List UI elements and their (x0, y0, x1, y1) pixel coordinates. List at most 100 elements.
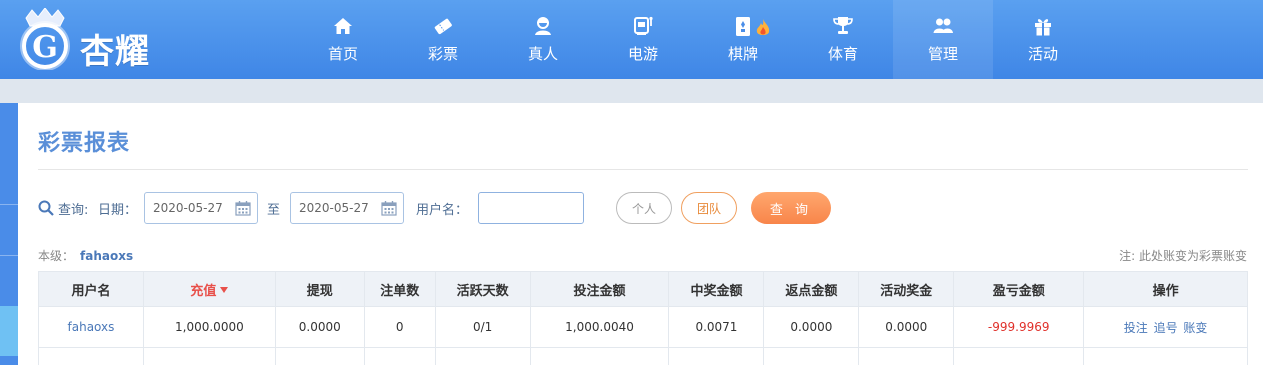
col-header-active-days: 活跃天数 (434, 271, 531, 307)
trophy-icon (833, 17, 853, 34)
nav-item-home[interactable]: 首页 (293, 0, 393, 79)
lottery-ticket-icon (434, 18, 452, 35)
team-toggle-wrap: 团队 (681, 192, 737, 224)
side-strip-divider (0, 255, 18, 256)
col-header-actions: 操作 (1083, 271, 1248, 307)
start-date-field[interactable]: 2020-05-27 (144, 192, 258, 224)
report-table: 用户名 充值 提现 注单数 活跃天数 投注金额 中奖金额 返点金额 活动奖金 盈… (38, 271, 1248, 365)
action-chase-link[interactable]: 追号 (1154, 321, 1178, 335)
col-header-orders: 注单数 (363, 271, 436, 307)
empty-cell (142, 347, 276, 365)
site-logo[interactable]: G 杏耀 (12, 7, 162, 72)
cell-active-days: 0/1 (434, 306, 531, 348)
start-date-input[interactable]: 2020-05-27 (144, 192, 258, 224)
empty-cell (38, 347, 144, 365)
header-divider-band (0, 79, 1263, 103)
search-icon (38, 200, 54, 216)
query-label: 查询: (58, 202, 89, 218)
cell-orders: 0 (363, 306, 436, 348)
users-icon (933, 18, 953, 33)
query-button-wrap: 查 询 (751, 192, 831, 224)
hot-flame-icon (756, 19, 770, 35)
cell-bet-amount: 1,000.0040 (529, 306, 670, 348)
end-date-value: 2020-05-27 (299, 201, 369, 215)
person-toggle-wrap: 个人 (616, 192, 672, 224)
calendar-icon[interactable] (381, 200, 397, 216)
col-header-profit-loss: 盈亏金额 (953, 271, 1085, 307)
nav-label: 真人 (527, 45, 558, 63)
team-button[interactable]: 团队 (681, 192, 737, 224)
nav-label: 管理 (927, 45, 958, 63)
playing-card-icon (736, 17, 750, 36)
gift-icon (1035, 19, 1051, 36)
side-strip (0, 103, 18, 365)
nav-label: 棋牌 (727, 45, 758, 63)
report-panel: 彩票报表 查询: 日期： 2020-05-27 至 2020-05-27 用户名… (18, 103, 1263, 365)
nav-label: 首页 (327, 45, 358, 63)
nav-label: 彩票 (427, 45, 458, 63)
empty-cell (274, 347, 365, 365)
nav-item-live[interactable]: 真人 (493, 0, 593, 79)
cell-username[interactable]: fahaoxs (38, 306, 144, 348)
person-button[interactable]: 个人 (616, 192, 672, 224)
empty-cell (1083, 347, 1248, 365)
cell-win-amount: 0.0071 (668, 306, 765, 348)
action-account-change-link[interactable]: 账变 (1183, 321, 1207, 335)
filter-bar: 查询: 日期： 2020-05-27 至 2020-05-27 用户名： 个人 … (38, 192, 1248, 224)
col-header-username: 用户名 (38, 271, 144, 307)
nav-item-sports[interactable]: 体育 (793, 0, 893, 79)
home-icon (334, 18, 352, 34)
to-label-text: 至 (267, 202, 281, 218)
col-header-withdraw: 提现 (274, 271, 365, 307)
empty-cell (763, 347, 860, 365)
col-header-recharge-label: 充值 (190, 283, 217, 299)
col-header-recharge[interactable]: 充值 (142, 271, 276, 307)
top-header: G 杏耀 首页 彩票 真人 电游 棋牌 体育 管理 活动 (0, 0, 1263, 79)
logo-emblem-icon: G (20, 7, 70, 71)
account-change-note: 注: 此处账变为彩票账变 (1119, 249, 1247, 263)
calendar-icon[interactable] (235, 200, 251, 216)
nav-item-chess[interactable]: 棋牌 (693, 0, 793, 79)
cell-withdraw: 0.0000 (274, 306, 365, 348)
slot-machine-icon (634, 16, 653, 35)
current-level: 本级： fahaoxs (38, 247, 133, 264)
empty-cell (668, 347, 765, 365)
end-date-input[interactable]: 2020-05-27 (290, 192, 404, 224)
nav-item-egame[interactable]: 电游 (593, 0, 693, 79)
col-header-bet-amount: 投注金额 (529, 271, 670, 307)
empty-cell (363, 347, 436, 365)
col-header-rebate: 返点金额 (763, 271, 860, 307)
table-row-empty (38, 347, 1248, 365)
action-bets-link[interactable]: 投注 (1124, 321, 1148, 335)
start-date-value: 2020-05-27 (153, 201, 223, 215)
col-header-bonus: 活动奖金 (858, 271, 955, 307)
title-divider (38, 169, 1248, 170)
nav-item-lottery[interactable]: 彩票 (393, 0, 493, 79)
cell-recharge: 1,000.0000 (142, 306, 276, 348)
level-username[interactable]: fahaoxs (80, 249, 133, 263)
page-title: 彩票报表 (38, 131, 131, 156)
to-label: 至 (267, 192, 280, 224)
nav-label: 电游 (627, 45, 658, 63)
side-strip-highlight[interactable] (0, 306, 18, 356)
sort-desc-icon[interactable] (220, 286, 229, 293)
query-button[interactable]: 查 询 (751, 192, 831, 224)
end-date-field[interactable]: 2020-05-27 (290, 192, 404, 224)
empty-cell (953, 347, 1085, 365)
cell-actions: 投注 追号 账变 (1083, 306, 1248, 348)
nav-label: 体育 (827, 45, 858, 63)
table-header-row: 用户名 充值 提现 注单数 活跃天数 投注金额 中奖金额 返点金额 活动奖金 盈… (38, 271, 1248, 307)
empty-cell (434, 347, 531, 365)
logo-text: 杏耀 (80, 32, 150, 72)
nav-item-manage[interactable]: 管理 (893, 0, 993, 79)
nav-label: 活动 (1027, 45, 1058, 63)
nav-item-activity[interactable]: 活动 (993, 0, 1093, 79)
main-nav: 首页 彩票 真人 电游 棋牌 体育 管理 活动 (293, 0, 1093, 79)
level-label: 本级： (38, 249, 75, 263)
empty-cell (858, 347, 955, 365)
username-input[interactable] (478, 192, 584, 224)
live-dealer-icon (535, 17, 551, 35)
username-field[interactable] (478, 192, 584, 224)
table-row: fahaoxs 1,000.0000 0.0000 0 0/1 1,000.00… (38, 306, 1248, 348)
cell-profit-loss: -999.9969 (953, 306, 1085, 348)
